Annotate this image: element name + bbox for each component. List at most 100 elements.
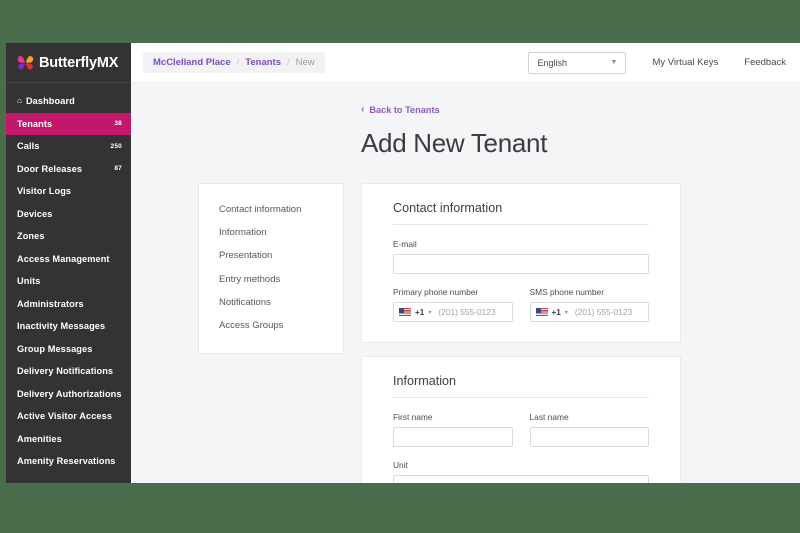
sms-phone-label: SMS phone number	[529, 287, 605, 297]
chevron-down-icon: ▾	[564, 309, 568, 316]
sidebar-item-label: Inactivity Messages	[17, 321, 106, 332]
section-nav-item-notifications[interactable]: Notifications	[199, 291, 343, 314]
first-name-group: First name	[393, 412, 513, 447]
information-card: Information First name Last name Unit	[361, 356, 681, 483]
breadcrumb-tenants[interactable]: Tenants	[245, 57, 281, 68]
sidebar-item-amenity-reservations[interactable]: Amenity Reservations	[6, 450, 131, 473]
sidebar-item-label: Amenity Reservations	[17, 456, 116, 467]
my-virtual-keys-link[interactable]: My Virtual Keys	[652, 57, 718, 68]
first-name-field[interactable]	[393, 427, 513, 447]
sidebar-item-badge: 38	[114, 120, 122, 128]
last-name-group: Last name	[529, 412, 649, 447]
phone-row: Primary phone number +1 ▾ (201) 555-0123…	[393, 287, 649, 322]
sidebar-item-dashboard[interactable]: ⌂ Dashboard	[6, 90, 131, 113]
chevron-down-icon: ▾	[428, 309, 432, 316]
sidebar-item-access-management[interactable]: Access Management	[6, 248, 131, 271]
page-content: ‹ Back to Tenants Add New Tenant Contact…	[131, 83, 800, 483]
sidebar-item-label: Administrators	[17, 298, 84, 309]
feedback-link[interactable]: Feedback	[744, 57, 786, 68]
top-bar: McClelland Place / Tenants / New English…	[131, 43, 800, 83]
sms-phone-group: SMS phone number +1 ▾ (201) 555-0123	[529, 287, 649, 322]
sidebar-item-label: Amenities	[17, 433, 62, 444]
sidebar-item-visitor-logs[interactable]: Visitor Logs	[6, 180, 131, 203]
sidebar-item-label: Zones	[17, 231, 45, 242]
section-nav-item-entry-methods[interactable]: Entry methods	[199, 268, 343, 291]
back-row: ‹ Back to Tenants	[131, 83, 800, 117]
breadcrumb-current: New	[295, 57, 315, 68]
sidebar-item-label: Dashboard	[25, 96, 75, 107]
last-name-field[interactable]	[529, 427, 649, 447]
section-nav-item-presentation[interactable]: Presentation	[199, 244, 343, 267]
sidebar-item-label: Calls	[17, 141, 40, 152]
sidebar-item-label: Devices	[17, 208, 53, 219]
sidebar-item-door-releases[interactable]: Door Releases 87	[6, 158, 131, 181]
breadcrumb-separator-2: /	[286, 57, 290, 68]
sidebar-item-administrators[interactable]: Administrators	[6, 293, 131, 316]
brand-logo[interactable]: ButterflyMX	[6, 43, 131, 83]
sidebar-item-label: Access Management	[17, 253, 110, 264]
section-nav-card: Contact information Information Presentati…	[198, 183, 344, 355]
sidebar-item-label: Delivery Authorizations	[17, 388, 122, 399]
last-name-label: Last name	[529, 412, 569, 422]
form-column: Contact information E-mail Primary phone…	[361, 183, 681, 483]
divider	[393, 224, 649, 225]
breadcrumb-property[interactable]: McClelland Place	[153, 57, 231, 68]
email-field[interactable]	[393, 254, 649, 274]
sidebar-item-devices[interactable]: Devices	[6, 203, 131, 226]
contact-information-card: Contact information E-mail Primary phone…	[361, 183, 681, 343]
chevron-left-icon: ‹	[361, 104, 365, 115]
top-bar-actions: English ▼ My Virtual Keys Feedback	[528, 51, 786, 74]
unit-field[interactable]	[393, 475, 649, 483]
name-row: First name Last name	[393, 412, 649, 447]
sidebar-item-tenants[interactable]: Tenants 38	[6, 112, 131, 135]
sidebar-item-inactivity-messages[interactable]: Inactivity Messages	[6, 315, 131, 338]
sms-country-code: +1	[551, 307, 561, 317]
us-flag-icon	[535, 308, 548, 316]
first-name-label: First name	[393, 412, 433, 422]
sidebar-item-badge: 87	[114, 165, 122, 173]
sidebar-item-units[interactable]: Units	[6, 270, 131, 293]
language-value: English	[537, 57, 567, 68]
butterfly-logo-icon	[17, 55, 34, 71]
back-link-label: Back to Tenants	[369, 105, 440, 115]
sidebar-item-group-messages[interactable]: Group Messages	[6, 338, 131, 361]
sidebar-item-calls[interactable]: Calls 250	[6, 135, 131, 158]
section-nav-item-information[interactable]: Information	[199, 221, 343, 244]
sidebar-item-delivery-authorizations[interactable]: Delivery Authorizations	[6, 383, 131, 406]
information-card-title: Information	[393, 374, 456, 388]
sidebar-item-label: Delivery Notifications	[17, 366, 114, 377]
sidebar-item-label: Visitor Logs	[17, 186, 72, 197]
breadcrumb-separator-1: /	[236, 57, 240, 68]
divider	[393, 397, 649, 398]
primary-phone-group: Primary phone number +1 ▾ (201) 555-0123	[393, 287, 513, 322]
sms-phone-input[interactable]: +1 ▾ (201) 555-0123	[529, 302, 649, 322]
sidebar-nav: ⌂ Dashboard Tenants 38 Calls 250 Door Releases…	[6, 83, 131, 473]
back-to-tenants-link[interactable]: ‹ Back to Tenants	[361, 104, 440, 116]
sms-phone-placeholder: (201) 555-0123	[574, 307, 633, 317]
section-nav-item-contact-information[interactable]: Contact information	[199, 198, 343, 221]
sidebar-item-label: Group Messages	[17, 343, 93, 354]
sidebar-item-delivery-notifications[interactable]: Delivery Notifications	[6, 360, 131, 383]
primary-phone-input[interactable]: +1 ▾ (201) 555-0123	[393, 302, 513, 322]
language-select[interactable]: English ▼	[528, 51, 627, 74]
brand-name: ButterflyMX	[39, 54, 119, 71]
breadcrumb: McClelland Place / Tenants / New	[143, 52, 325, 73]
sidebar-item-label: Active Visitor Access	[17, 411, 113, 422]
chevron-down-icon: ▼	[610, 59, 618, 66]
section-nav-item-access-groups[interactable]: Access Groups	[199, 314, 343, 337]
sidebar-item-active-visitor-access[interactable]: Active Visitor Access	[6, 405, 131, 428]
sidebar-item-amenities[interactable]: Amenities	[6, 428, 131, 451]
main-area: McClelland Place / Tenants / New English…	[131, 43, 800, 483]
sidebar-item-badge: 250	[110, 142, 122, 150]
page-title: Add New Tenant	[361, 128, 548, 158]
us-flag-icon	[399, 308, 411, 316]
primary-country-code: +1	[415, 307, 425, 317]
sidebar-item-label: Units	[17, 276, 41, 287]
app-window: ButterflyMX ⌂ Dashboard Tenants 38 Calls 250 D…	[6, 43, 800, 483]
home-icon: ⌂	[17, 96, 22, 106]
sidebar-item-zones[interactable]: Zones	[6, 225, 131, 248]
content-columns: Contact information Information Presentati…	[131, 159, 800, 483]
contact-card-title: Contact information	[393, 201, 503, 215]
sidebar-item-label: Door Releases	[17, 163, 83, 174]
